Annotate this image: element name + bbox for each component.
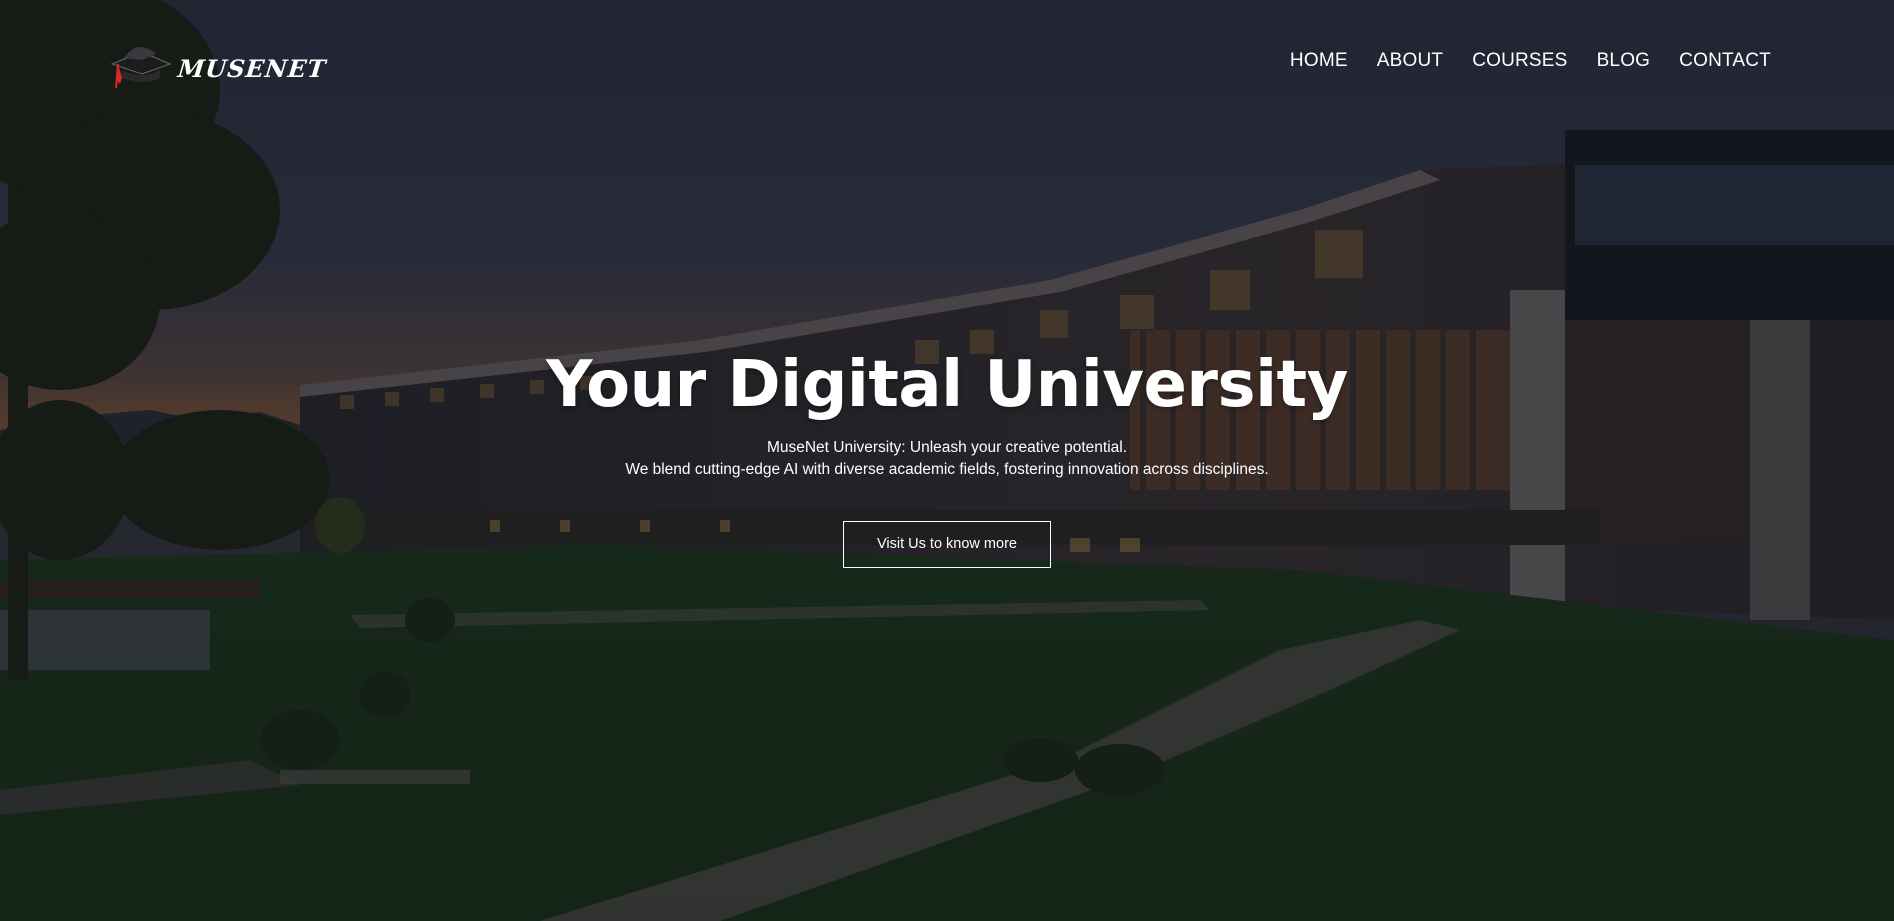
hero-content: Your Digital University MuseNet Universi… [0, 345, 1894, 568]
hero-title: Your Digital University [546, 348, 1348, 422]
hero-subtitle: MuseNet University: Unleash your creativ… [0, 437, 1894, 481]
nav-item-about: ABOUT [1377, 50, 1443, 72]
nav-item-contact: CONTACT [1679, 50, 1771, 72]
nav-link-about[interactable]: ABOUT [1377, 50, 1443, 71]
hero-subtitle-line-2: We blend cutting-edge AI with diverse ac… [625, 461, 1269, 478]
brand-name: MUSENET [176, 53, 328, 83]
nav-link-blog[interactable]: BLOG [1597, 50, 1651, 71]
visit-us-button[interactable]: Visit Us to know more [843, 521, 1051, 568]
nav-link-home[interactable]: HOME [1290, 50, 1348, 71]
graduation-cap-icon [110, 46, 172, 89]
nav-link-courses[interactable]: COURSES [1472, 50, 1567, 71]
nav-link-contact[interactable]: CONTACT [1679, 50, 1771, 71]
hero-subtitle-line-1: MuseNet University: Unleash your creativ… [766, 439, 1128, 456]
nav-item-blog: BLOG [1597, 50, 1651, 72]
hero-section: MUSENET HOME ABOUT COURSES BLOG CONTACT … [0, 0, 1894, 921]
brand-logo-link[interactable]: MUSENET [108, 40, 328, 96]
nav-menu: HOME ABOUT COURSES BLOG CONTACT [1290, 50, 1771, 72]
nav-item-home: HOME [1290, 50, 1348, 72]
top-navbar: MUSENET HOME ABOUT COURSES BLOG CONTACT [0, 0, 1894, 130]
nav-item-courses: COURSES [1472, 50, 1567, 72]
